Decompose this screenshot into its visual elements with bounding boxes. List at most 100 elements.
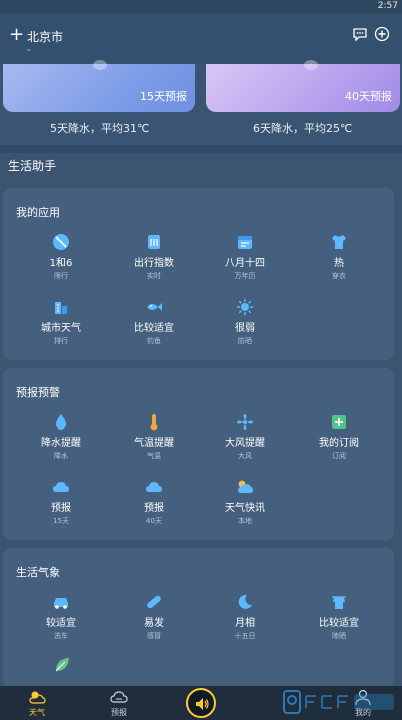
nav-tab-weather[interactable]: 天气 <box>12 688 62 718</box>
nav-tab-label: 天气 <box>29 708 45 717</box>
app-item-restriction[interactable]: 1和6 限行 <box>13 233 109 281</box>
alert-item-sub: 降水 <box>54 452 68 460</box>
weather-news-icon <box>238 480 253 493</box>
voice-broadcast-button[interactable] <box>186 688 216 718</box>
drying-icon <box>332 596 346 609</box>
cloud-15-icon <box>53 482 69 492</box>
my-apps-title: 我的应用 <box>16 206 60 219</box>
calendar-icon <box>238 236 252 249</box>
alerts-card: 预报预警 降水提醒 降水 气温提醒 气温 大风提醒 大风 我的订阅 订阅 预报 <box>3 368 394 540</box>
app-item-sub: 限行 <box>54 272 68 280</box>
forecast-40-card[interactable]: 40天预报 <box>206 60 400 112</box>
fish-icon <box>147 303 162 311</box>
alert-item-label: 预报 <box>51 503 71 514</box>
watermark-logo <box>283 690 394 714</box>
life-item-drying[interactable]: 比较适宜 晾晒 <box>291 593 387 641</box>
section-divider <box>0 145 402 153</box>
pill-icon <box>147 595 161 609</box>
alert-item-rain[interactable]: 降水提醒 降水 <box>13 413 109 461</box>
life-item-sub: 感冒 <box>147 632 161 640</box>
car-icon <box>54 598 68 609</box>
app-item-label: 八月十四 <box>225 258 265 269</box>
clothing-icon <box>332 235 346 249</box>
life-item-sub: 洗车 <box>54 632 68 640</box>
life-item-label: 较适宜 <box>46 618 76 629</box>
life-item-sub: 晾晒 <box>332 632 346 640</box>
life-weather-card: 生活气象 较适宜 洗车 易发 感冒 月相 十五日 比较适宜 晾晒 <box>3 548 394 688</box>
life-item-cold[interactable]: 易发 感冒 <box>106 593 202 641</box>
travel-index-icon <box>148 235 160 249</box>
alert-item-sub: 15天 <box>53 517 69 525</box>
alert-item-sub: 订阅 <box>332 452 346 460</box>
alert-item-temperature[interactable]: 气温提醒 气温 <box>106 413 202 461</box>
life-item-car-wash[interactable]: 较适宜 洗车 <box>13 593 109 641</box>
app-item-sub: 万年历 <box>234 272 256 280</box>
alert-item-label: 预报 <box>144 503 164 514</box>
life-item-label: 易发 <box>144 618 164 629</box>
city-name[interactable]: 北京市 <box>27 28 63 45</box>
weather-icon <box>29 691 46 704</box>
forecast-icon <box>110 691 128 703</box>
status-bar: 2:57 <box>0 0 402 14</box>
forecast-40-summary: 6天降水，平均25℃ <box>253 122 353 135</box>
card-decoration <box>304 60 318 70</box>
forecast-15-summary: 5天降水，平均31℃ <box>50 122 150 135</box>
app-item-sub: 排行 <box>54 337 68 345</box>
app-item-label: 比较适宜 <box>134 323 174 334</box>
alert-item-forecast-15[interactable]: 预报 15天 <box>13 478 109 526</box>
raindrop-icon <box>55 414 67 430</box>
card-decoration <box>93 60 107 70</box>
app-item-sub: 防晒 <box>238 337 252 345</box>
add-circle-icon[interactable] <box>374 26 390 42</box>
sun-icon <box>237 299 253 315</box>
alert-item-sub: 大风 <box>238 452 252 460</box>
life-item-label: 月相 <box>235 618 255 629</box>
alert-item-sub: 气温 <box>147 452 161 460</box>
app-item-travel-index[interactable]: 出行指数 实时 <box>106 233 202 281</box>
city-weather-icon <box>55 302 67 314</box>
nav-tab-label: 预报 <box>111 708 127 717</box>
app-item-fishing[interactable]: 比较适宜 钓鱼 <box>106 298 202 346</box>
cloud-40-icon <box>146 482 162 492</box>
chat-icon[interactable] <box>352 26 368 42</box>
alerts-title: 预报预警 <box>16 386 60 399</box>
app-item-city-ranking[interactable]: 城市天气 排行 <box>13 298 109 346</box>
forecast-15-label: 15天预报 <box>140 90 187 103</box>
app-item-sub: 穿衣 <box>332 272 346 280</box>
life-weather-title: 生活气象 <box>16 566 60 579</box>
speaker-icon <box>196 698 209 710</box>
alert-item-sub: 本地 <box>238 517 252 525</box>
alert-item-forecast-40[interactable]: 预报 40天 <box>106 478 202 526</box>
life-item-label: 比较适宜 <box>319 618 359 629</box>
header: + 北京市 - <box>0 14 402 64</box>
my-apps-card: 我的应用 1和6 限行 出行指数 实时 八月十四 万年历 热 穿衣 城市天气 排… <box>3 188 394 360</box>
city-indicator: - <box>27 45 31 56</box>
alert-item-weather-news[interactable]: 天气快讯 本地 <box>197 478 293 526</box>
alert-item-wind[interactable]: 大风提醒 大风 <box>197 413 293 461</box>
status-time: 2:57 <box>377 1 398 11</box>
alert-item-label: 气温提醒 <box>134 438 174 449</box>
moon-icon <box>238 594 252 609</box>
life-item-moon[interactable]: 月相 十五日 <box>197 593 293 641</box>
alert-item-subscribe[interactable]: 我的订阅 订阅 <box>291 413 387 461</box>
no-drive-icon <box>53 234 69 250</box>
app-item-sunscreen[interactable]: 很弱 防晒 <box>197 298 293 346</box>
nav-tab-forecast[interactable]: 预报 <box>94 688 144 718</box>
forecast-15-card[interactable]: 15天预报 <box>3 60 195 112</box>
leaf-icon[interactable] <box>53 656 71 674</box>
app-item-sub: 实时 <box>147 272 161 280</box>
app-item-label: 1和6 <box>49 258 73 269</box>
forecast-area: 15天预报 40天预报 5天降水，平均31℃ 6天降水，平均25℃ <box>0 60 402 144</box>
forecast-40-label: 40天预报 <box>345 90 392 103</box>
app-item-calendar[interactable]: 八月十四 万年历 <box>197 233 293 281</box>
app-item-clothing[interactable]: 热 穿衣 <box>291 233 387 281</box>
app-item-label: 城市天气 <box>41 323 81 334</box>
app-item-label: 出行指数 <box>134 258 174 269</box>
thermometer-icon <box>150 414 158 431</box>
add-city-button[interactable]: + <box>9 26 24 44</box>
alert-item-label: 降水提醒 <box>41 438 81 449</box>
wind-icon <box>237 414 253 430</box>
app-item-label: 很弱 <box>235 323 255 334</box>
app-item-sub: 钓鱼 <box>147 337 161 345</box>
life-assistant-title: 生活助手 <box>8 159 57 173</box>
